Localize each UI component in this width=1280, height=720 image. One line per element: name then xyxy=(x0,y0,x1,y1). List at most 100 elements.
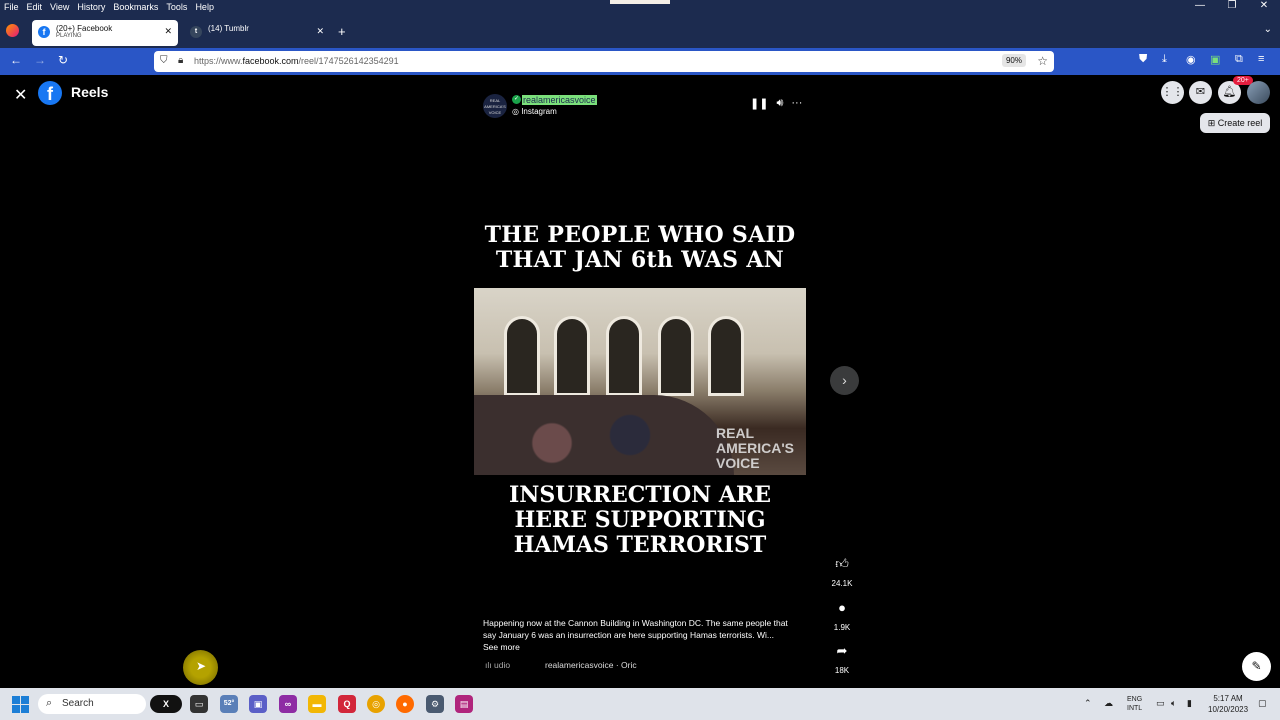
tab-title: (14) Tumblr xyxy=(208,24,249,33)
language-indicator[interactable]: ENG INTL xyxy=(1127,695,1142,713)
teams-icon[interactable]: ▣ xyxy=(249,695,267,713)
channel-avatar[interactable]: REAL AMERICA'S VOICE xyxy=(483,94,507,118)
hamburger-menu-icon[interactable]: ≡ xyxy=(1258,53,1264,65)
lock-icon[interactable]: 🔒︎ xyxy=(178,55,183,66)
reel-source-label: Instagram xyxy=(521,107,557,116)
tab-title: (20+) Facebook xyxy=(56,24,113,33)
create-reel-label: Create reel xyxy=(1217,118,1263,128)
notification-center-icon[interactable]: ▢ xyxy=(1258,698,1267,709)
reel-caption: Happening now at the Cannon Building in … xyxy=(483,618,788,640)
menu-file[interactable]: File xyxy=(4,2,19,12)
app-icon[interactable]: ⚙ xyxy=(426,695,444,713)
file-explorer-icon[interactable]: ▬ xyxy=(308,695,326,713)
x-app-icon[interactable]: X xyxy=(150,695,182,713)
language-code: ENG xyxy=(1127,696,1143,703)
comment-count: 1.9K xyxy=(833,623,851,632)
speaker-icon[interactable]: 🔈︎ xyxy=(1171,698,1176,709)
reel-plus-icon: ⊞ xyxy=(1207,118,1218,128)
extension-green-icon[interactable]: ▣ xyxy=(1210,53,1220,66)
system-clock[interactable]: 5:17 AM 10/20/2023 xyxy=(1208,693,1248,715)
audio-source[interactable]: realamericasvoice · Oric xyxy=(545,660,637,670)
more-options-icon[interactable]: ··· xyxy=(791,97,802,110)
video-headline-top: THE PEOPLE WHO SAID THAT JAN 6th WAS AN xyxy=(484,222,796,273)
title-indicator xyxy=(610,0,670,4)
menu-grid-icon[interactable]: ⋮⋮ xyxy=(1161,81,1184,104)
next-reel-button[interactable]: › xyxy=(830,366,859,395)
task-view-icon[interactable]: ▭ xyxy=(190,695,208,713)
tab-tumblr[interactable]: t (14) Tumblr ✕ xyxy=(184,20,330,46)
close-tab-icon[interactable]: ✕ xyxy=(316,26,324,37)
volume-icon[interactable]: 🔊︎ xyxy=(776,97,783,110)
taskbar-search[interactable]: ⌕ Search xyxy=(38,694,146,714)
comment-icon[interactable]: ● xyxy=(832,600,852,620)
forward-arrow-icon[interactable]: → xyxy=(34,53,46,67)
instagram-icon: ◎ xyxy=(512,107,522,116)
tab-playing-label: PLAYING xyxy=(56,33,82,39)
new-tab-plus-icon[interactable]: + xyxy=(338,24,346,39)
like-icon[interactable]: 👍︎ xyxy=(832,556,852,576)
firefox-icon[interactable]: ● xyxy=(396,695,414,713)
chrome-icon[interactable]: ◎ xyxy=(367,695,385,713)
menu-edit[interactable]: Edit xyxy=(27,2,43,12)
tab-facebook[interactable]: f (20+) Facebook PLAYING ✕ xyxy=(32,20,178,46)
url-bar[interactable]: ⛉ 🔒︎ https://www.facebook.com/reel/17475… xyxy=(154,51,1054,72)
pocket-icon[interactable]: ⛊ xyxy=(1139,53,1147,66)
reel-controls: ❚❚ 🔊︎ ··· xyxy=(750,97,802,110)
close-icon[interactable]: ✕ xyxy=(14,85,27,105)
download-icon[interactable]: ⤓ xyxy=(1162,53,1167,66)
menu-help[interactable]: Help xyxy=(195,2,214,12)
compose-message-icon[interactable]: ✎ xyxy=(1242,652,1271,681)
cloud-icon[interactable]: ☁ xyxy=(1104,698,1113,709)
menu-view[interactable]: View xyxy=(50,2,69,12)
tab-bar: f (20+) Facebook PLAYING ✕ t (14) Tumblr… xyxy=(0,14,1280,48)
chevron-up-icon[interactable]: ⌃ xyxy=(1084,698,1092,709)
bookmark-star-icon[interactable]: ☆ xyxy=(1037,54,1048,68)
q-app-icon[interactable]: Q xyxy=(338,695,356,713)
reel-source: ◎ Instagram xyxy=(512,107,557,116)
shield-icon[interactable]: ⛉ xyxy=(160,55,168,66)
tumblr-favicon-icon: t xyxy=(190,26,202,38)
close-tab-icon[interactable]: ✕ xyxy=(164,26,172,37)
like-count: 24.1K xyxy=(831,579,853,588)
windows-start-icon[interactable] xyxy=(12,696,29,713)
close-window-button[interactable]: ✕ xyxy=(1248,0,1280,11)
video-headline-bottom: INSURRECTION ARE HERE SUPPORTING HAMAS T… xyxy=(508,482,772,558)
menu-bookmarks[interactable]: Bookmarks xyxy=(113,2,158,12)
video-scene-image: REAL AMERICA'S VOICE xyxy=(474,288,806,475)
messenger-icon[interactable]: ✉ xyxy=(1189,81,1212,104)
weather-icon[interactable]: 52° xyxy=(220,695,238,713)
weather-temp: 52° xyxy=(223,700,235,707)
battery-icon[interactable]: ▮ xyxy=(1187,698,1192,709)
meta-app-icon[interactable]: ∞ xyxy=(279,695,297,713)
back-arrow-icon[interactable]: ← xyxy=(10,53,22,67)
taskbar-search-label: Search xyxy=(62,698,94,709)
firefox-view-icon[interactable] xyxy=(6,24,19,37)
minimize-button[interactable]: — xyxy=(1184,0,1216,11)
zoom-level-badge[interactable]: 90% xyxy=(1001,54,1026,67)
pause-icon[interactable]: ❚❚ xyxy=(750,97,768,110)
clock-time: 5:17 AM xyxy=(1213,694,1243,703)
window-controls: — ❐ ✕ xyxy=(1184,0,1280,11)
see-more-link[interactable]: See more xyxy=(483,642,520,652)
extensions-puzzle-icon[interactable]: ⧉ xyxy=(1235,53,1243,66)
share-icon[interactable]: ➦ xyxy=(832,643,852,663)
audio-label[interactable]: ılı udio xyxy=(485,660,510,670)
menu-history[interactable]: History xyxy=(77,2,105,12)
keyboard-layout: INTL xyxy=(1127,705,1143,712)
menu-tools[interactable]: Tools xyxy=(166,2,187,12)
restore-button[interactable]: ❐ xyxy=(1216,0,1248,11)
url-host: facebook.com xyxy=(242,56,299,66)
verified-check-icon: ✓ xyxy=(512,95,521,104)
audio-wave-icon: ılı xyxy=(485,660,494,670)
create-reel-button[interactable]: ⊞ Create reel xyxy=(1200,113,1270,133)
reel-username[interactable]: realamericasvoice xyxy=(522,95,597,105)
page-title: Reels xyxy=(71,84,109,100)
reload-icon[interactable]: ↻ xyxy=(58,53,68,67)
chevron-down-icon[interactable]: ⌄ xyxy=(1264,24,1272,35)
facebook-logo-icon[interactable]: f xyxy=(38,81,62,105)
media-app-icon[interactable]: ▤ xyxy=(455,695,473,713)
display-icon[interactable]: ▭ xyxy=(1156,698,1165,709)
profile-avatar[interactable] xyxy=(1247,81,1270,104)
video-watermark: REAL AMERICA'S VOICE xyxy=(716,425,794,471)
account-icon[interactable]: ◉ xyxy=(1186,53,1196,66)
